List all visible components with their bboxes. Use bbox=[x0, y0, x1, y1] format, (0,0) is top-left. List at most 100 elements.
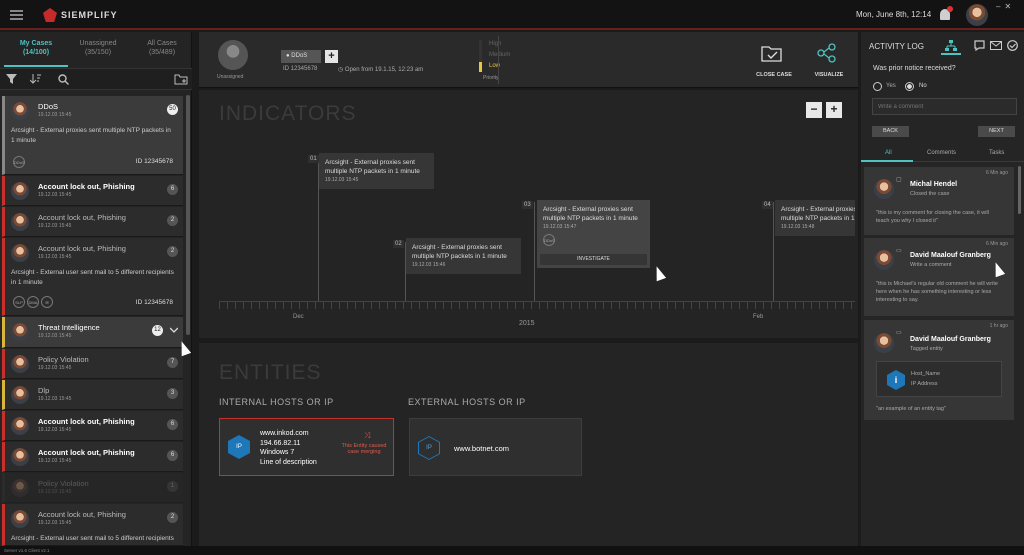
investigate-button[interactable]: INVESTIGATE bbox=[540, 254, 647, 265]
activity-action: Closed the case bbox=[910, 191, 950, 197]
case-tag[interactable]: ● DDoS bbox=[281, 50, 321, 63]
clock-icon: ◷ bbox=[338, 67, 345, 73]
indicator-card[interactable]: Arcsight - External proxies sent multipl… bbox=[319, 153, 434, 189]
tab-count: (14/100) bbox=[22, 49, 50, 56]
info-entity-icon: i bbox=[887, 370, 905, 390]
activity-log-title: ACTIVITY LOG bbox=[869, 42, 924, 51]
back-button[interactable]: BACK bbox=[872, 126, 909, 137]
case-description: Arcsight - External user sent mail to 5 … bbox=[11, 535, 174, 542]
chat-icon[interactable] bbox=[974, 40, 985, 51]
search-icon[interactable] bbox=[58, 74, 69, 85]
internal-entity-card[interactable]: IP www.inkod.com 194.66.82.11 Windows 7 … bbox=[219, 418, 394, 476]
comment-input[interactable] bbox=[872, 98, 1017, 115]
close-case-small-icon: ▢ bbox=[896, 177, 902, 183]
user-avatar[interactable] bbox=[966, 4, 988, 26]
case-time: 19.12.03 15:45 bbox=[38, 254, 72, 260]
case-item[interactable]: Account lock out, Phishing 19.12.03 15:4… bbox=[2, 176, 183, 206]
indicator-number: 01 bbox=[308, 155, 319, 163]
tab-all[interactable]: All bbox=[885, 150, 892, 156]
radio-yes[interactable] bbox=[873, 82, 882, 91]
top-bar: SIEMPLIFY Mon, June 8th, 12:14 –✕ bbox=[0, 0, 1024, 30]
tab-tasks[interactable]: Tasks bbox=[989, 150, 1004, 156]
indicator-card[interactable]: Arcsight - External proxies sent multipl… bbox=[406, 238, 521, 274]
avatar bbox=[874, 179, 894, 199]
case-item[interactable]: Threat Intelligence 19.12.03 15:45 12 bbox=[2, 317, 183, 348]
logo-text: SIEMPLIFY bbox=[61, 10, 118, 20]
divider bbox=[498, 36, 499, 84]
indicator-card-selected[interactable]: Arcsight - External proxies sent multipl… bbox=[537, 200, 650, 268]
tag-badge: DMA bbox=[27, 296, 39, 308]
avatar bbox=[11, 102, 29, 120]
case-item[interactable]: Account lock out, Phishing 19.12.03 15:4… bbox=[2, 238, 183, 316]
alert-count-badge: 50 bbox=[167, 104, 178, 115]
case-item[interactable]: Policy Violation 19.12.03 15:45 1 bbox=[2, 473, 183, 503]
case-list-scrollbar[interactable] bbox=[186, 95, 190, 335]
case-time: 19.12.03 15:45 bbox=[38, 112, 72, 118]
alert-count-badge: 2 bbox=[167, 246, 178, 257]
zoom-in-button[interactable]: + bbox=[826, 102, 842, 118]
merge-icon: ⤨ bbox=[364, 431, 371, 440]
next-button[interactable]: NEXT bbox=[978, 126, 1015, 137]
case-id: ID 12345678 bbox=[135, 299, 173, 306]
case-time: 19.12.03 15:45 bbox=[38, 365, 72, 371]
close-case-icon[interactable] bbox=[761, 44, 783, 62]
mail-icon[interactable] bbox=[990, 41, 1002, 50]
visualize-button[interactable]: VISUALIZE bbox=[809, 72, 849, 78]
case-title: DDoS bbox=[38, 102, 59, 111]
case-item[interactable]: DDoS 19.12.03 15:45 50 Arcsight - Extern… bbox=[2, 96, 183, 175]
alert-count-badge: 6 bbox=[167, 419, 178, 430]
chevron-down-icon[interactable] bbox=[170, 327, 178, 333]
zoom-out-button[interactable]: − bbox=[806, 102, 822, 118]
indicator-text: Arcsight - External proxies sent multipl… bbox=[412, 244, 507, 260]
active-tab-indicator bbox=[4, 65, 68, 67]
internal-hosts-heading: INTERNAL HOSTS OR IP bbox=[219, 397, 334, 407]
tag-badge: DDoS bbox=[13, 156, 25, 168]
add-tag-button[interactable]: + bbox=[325, 50, 338, 63]
indicator-card[interactable]: Arcsight - External proxies sent multipl… bbox=[775, 200, 855, 236]
avatar bbox=[874, 333, 894, 353]
tab-count: (35/150) bbox=[84, 49, 112, 56]
axis-label-dec: Dec bbox=[293, 314, 304, 320]
radio-no[interactable] bbox=[905, 82, 914, 91]
priority-medium[interactable]: Medium bbox=[489, 52, 510, 58]
window-controls[interactable]: –✕ bbox=[996, 2, 1015, 11]
tab-unassigned[interactable]: Unassigned (35/150) bbox=[66, 40, 130, 56]
avatar bbox=[11, 213, 29, 231]
tab-all-cases[interactable]: All Cases (35/489) bbox=[130, 40, 194, 56]
case-item[interactable]: Account lock out, Phishing 19.12.03 15:4… bbox=[2, 207, 183, 237]
tag-small-icon: ▭ bbox=[896, 330, 902, 336]
close-case-button[interactable]: CLOSE CASE bbox=[754, 72, 794, 78]
new-case-folder-icon[interactable] bbox=[174, 73, 188, 85]
filter-icon[interactable] bbox=[6, 74, 17, 84]
indicator-text: Arcsight - External proxies sent multipl… bbox=[543, 206, 638, 222]
menu-icon[interactable] bbox=[10, 10, 23, 20]
alert-count-badge: 1 bbox=[167, 481, 178, 492]
datetime: Mon, June 8th, 12:14 bbox=[856, 10, 932, 19]
case-item[interactable]: Account lock out, Phishing 19.12.03 15:4… bbox=[2, 411, 183, 441]
hierarchy-icon[interactable] bbox=[945, 40, 957, 52]
visualize-icon[interactable] bbox=[817, 43, 837, 63]
case-item[interactable]: Account lock out, Phishing 19.12.03 15:4… bbox=[2, 504, 183, 546]
check-circle-icon[interactable] bbox=[1007, 40, 1018, 51]
priority-high[interactable]: High bbox=[489, 41, 501, 47]
tab-comments[interactable]: Comments bbox=[927, 150, 956, 156]
case-time: 19.12.03 15:45 bbox=[38, 396, 72, 402]
case-item[interactable]: Dlp 19.12.03 15:45 3 bbox=[2, 380, 183, 410]
avatar bbox=[11, 182, 29, 200]
activity-scrollbar[interactable] bbox=[1018, 166, 1021, 214]
timeline-axis[interactable] bbox=[219, 301, 855, 309]
tagged-entity-card[interactable]: i Host_Name IP Address bbox=[876, 361, 1002, 397]
sort-icon[interactable] bbox=[30, 74, 41, 85]
activity-time: 6 Min ago bbox=[986, 241, 1008, 247]
case-item[interactable]: Policy Violation 19.12.03 15:45 7 bbox=[2, 349, 183, 379]
case-item[interactable]: Account lock out, Phishing 19.12.03 15:4… bbox=[2, 442, 183, 472]
external-entity-card[interactable]: IP www.botnet.com bbox=[409, 418, 582, 476]
unassigned-avatar[interactable] bbox=[218, 40, 248, 70]
tab-my-cases[interactable]: My Cases (14/100) bbox=[4, 40, 68, 56]
case-time: 19.12.03 15:45 bbox=[38, 458, 72, 464]
activity-comment: "this is Michael's regular old comment h… bbox=[876, 281, 998, 303]
alert-count-badge: 2 bbox=[167, 512, 178, 523]
case-header: Unassigned ● DDoS + ID 12345678 ◷ Open f… bbox=[199, 32, 858, 88]
entity-ip: 194.66.82.11 bbox=[260, 439, 301, 447]
activity-comment: "an example of an entity tag" bbox=[876, 406, 946, 412]
